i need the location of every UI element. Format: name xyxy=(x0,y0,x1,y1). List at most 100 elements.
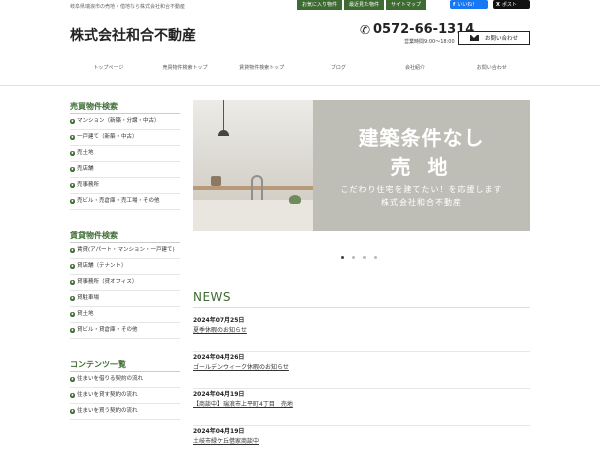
kitchen-photo xyxy=(193,100,313,231)
contact-button-label: お問い合わせ xyxy=(484,36,518,42)
sidebar-item-label: 売ビル・売倉庫・売工場・その他 xyxy=(77,198,160,204)
slider-dot[interactable] xyxy=(352,256,355,259)
contents-list: 住まいを借りる契約の流れ 住まいを貸す契約の流れ 住まいを買う契約の流れ xyxy=(70,372,180,420)
top-button-group: お気に入り物件 最近見た物件 サイトマップ xyxy=(297,0,427,10)
sidebar-item-label: 住まいを買う契約の流れ xyxy=(77,408,138,414)
sidebar-item-label: 売土地 xyxy=(77,150,94,156)
sidebar-item-sale-mansion[interactable]: マンション（新築・分譲・中古） xyxy=(70,114,180,130)
banner-headline-1: 建築条件なし xyxy=(358,126,485,150)
sidebar-item-sale-building[interactable]: 売ビル・売倉庫・売工場・その他 xyxy=(70,194,180,210)
sidebar-item-rent-land[interactable]: 貸土地 xyxy=(70,307,180,323)
news-date: 2024年07月25日 xyxy=(193,317,245,324)
recently-viewed-button[interactable]: 最近見た物件 xyxy=(344,0,385,10)
chevron-right-icon xyxy=(70,248,75,253)
site-title[interactable]: 株式会社和合不動産 xyxy=(70,25,196,45)
nav-contact[interactable]: お問い合わせ xyxy=(453,58,530,78)
news-title-link[interactable]: 夏季休暇のお知らせ xyxy=(193,326,530,335)
chevron-right-icon xyxy=(70,167,75,172)
chevron-right-icon xyxy=(70,135,75,140)
rent-search-heading: 賃貸物件検索 xyxy=(70,229,180,243)
sidebar-item-label: 貸土地 xyxy=(77,311,94,317)
sidebar-item-buy-flow[interactable]: 住まいを買う契約の流れ xyxy=(70,404,180,420)
sidebar-item-label: 貸事務所（貸オフィス） xyxy=(77,279,138,285)
nav-rent-search[interactable]: 賃貸物件検索トップ xyxy=(223,58,300,78)
sidebar-item-rent-flow[interactable]: 住まいを借りる契約の流れ xyxy=(70,372,180,388)
news-item: 2024年07月25日 夏季休暇のお知らせ xyxy=(193,316,530,352)
news-item: 2024年04月19日 【商談中】瑞浪市上平町4丁目 売地 xyxy=(193,390,530,426)
hero-banner[interactable]: 建築条件なし 売 地 こだわり住宅を建てたい！を応援します 株式会社和合不動産 xyxy=(193,100,530,231)
sidebar-item-rent-residence[interactable]: 賃貸(アパート・マンション・一戸建て) xyxy=(70,243,180,259)
news-item: 2024年04月19日 土岐市緑ケ丘借家商談中 xyxy=(193,427,530,450)
facebook-like-label: いいね！ xyxy=(457,2,478,8)
chevron-right-icon xyxy=(70,296,75,301)
sidebar-item-label: 貸駐車場 xyxy=(77,295,100,301)
facebook-icon: f xyxy=(453,1,456,8)
nav-sale-search[interactable]: 売買物件検索トップ xyxy=(147,58,224,78)
sale-search-list: マンション（新築・分譲・中古） 一戸建て（新築・中古） 売土地 売店舗 売事務所… xyxy=(70,114,180,210)
chevron-right-icon xyxy=(70,328,75,333)
slider-dot[interactable] xyxy=(363,256,366,259)
sidebar-item-rent-building[interactable]: 貸ビル・貸倉庫・その他 xyxy=(70,323,180,339)
x-post-button[interactable]: X ポスト xyxy=(493,0,530,9)
nav-company[interactable]: 会社紹介 xyxy=(377,58,454,78)
contact-button[interactable]: お問い合わせ xyxy=(458,31,530,45)
x-post-label: ポスト xyxy=(501,2,517,8)
nav-blog[interactable]: ブログ xyxy=(300,58,377,78)
slider-dot[interactable] xyxy=(374,256,377,259)
contents-heading: コンテンツ一覧 xyxy=(70,358,180,372)
sidebar-item-sale-land[interactable]: 売土地 xyxy=(70,146,180,162)
favorites-button[interactable]: お気に入り物件 xyxy=(297,0,343,10)
chevron-right-icon xyxy=(70,393,75,398)
facebook-like-button[interactable]: f いいね！ xyxy=(450,0,488,9)
chevron-right-icon xyxy=(70,312,75,317)
sitemap-button[interactable]: サイトマップ xyxy=(386,0,427,10)
banner-subtext-2: 株式会社和合不動産 xyxy=(381,198,462,207)
sidebar-item-label: マンション（新築・分譲・中古） xyxy=(77,118,160,124)
news-title-link[interactable]: 土岐市緑ケ丘借家商談中 xyxy=(193,437,530,446)
sidebar-item-label: 一戸建て（新築・中古） xyxy=(77,134,138,140)
chevron-right-icon xyxy=(70,264,75,269)
chevron-right-icon xyxy=(70,151,75,156)
sidebar-item-label: 売事務所 xyxy=(77,182,100,188)
sidebar-item-rent-parking[interactable]: 貸駐車場 xyxy=(70,291,180,307)
global-nav: トップページ 売買物件検索トップ 賃貸物件検索トップ ブログ 会社紹介 お問い合… xyxy=(70,58,530,78)
nav-top-page[interactable]: トップページ xyxy=(70,58,147,78)
sidebar-item-rent-shop[interactable]: 貸店舗（テナント） xyxy=(70,259,180,275)
business-hours: 営業時間9:00～18:00 xyxy=(404,39,455,45)
sidebar-item-sale-shop[interactable]: 売店舗 xyxy=(70,162,180,178)
rent-search-list: 賃貸(アパート・マンション・一戸建て) 貸店舗（テナント） 貸事務所（貸オフィス… xyxy=(70,243,180,339)
sidebar-item-label: 住まいを借りる契約の流れ xyxy=(77,376,144,382)
chevron-right-icon xyxy=(70,280,75,285)
banner-text-panel: 建築条件なし 売 地 こだわり住宅を建てたい！を応援します 株式会社和合不動産 xyxy=(313,100,530,231)
news-heading: NEWS xyxy=(193,290,232,304)
chevron-right-icon xyxy=(70,183,75,188)
header-divider xyxy=(0,85,600,86)
slider-dot[interactable] xyxy=(341,256,344,259)
chevron-right-icon xyxy=(70,377,75,382)
slider-pagination xyxy=(341,256,377,259)
sidebar-item-label: 賃貸(アパート・マンション・一戸建て) xyxy=(77,247,175,253)
site-tagline: 岐阜県瑞浪市の売地・借地なら株式会社和合不動産 xyxy=(70,4,186,10)
x-logo-icon: X xyxy=(496,1,500,8)
sidebar-item-sale-office[interactable]: 売事務所 xyxy=(70,178,180,194)
news-title-link[interactable]: 【商談中】瑞浪市上平町4丁目 売地 xyxy=(193,400,530,409)
sidebar: 売買物件検索 マンション（新築・分譲・中古） 一戸建て（新築・中古） 売土地 売… xyxy=(70,100,180,420)
sidebar-item-sale-house[interactable]: 一戸建て（新築・中古） xyxy=(70,130,180,146)
news-list: 2024年07月25日 夏季休暇のお知らせ 2024年04月26日 ゴールデンウ… xyxy=(193,316,530,450)
mail-icon xyxy=(469,35,479,41)
chevron-right-icon xyxy=(70,409,75,414)
news-divider xyxy=(193,307,530,308)
news-item: 2024年04月26日 ゴールデンウィーク休暇のお知らせ xyxy=(193,353,530,389)
banner-headline-2: 売 地 xyxy=(390,155,453,179)
sale-search-heading: 売買物件検索 xyxy=(70,100,180,114)
chevron-right-icon xyxy=(70,119,75,124)
chevron-right-icon xyxy=(70,199,75,204)
sidebar-item-label: 貸店舗（テナント） xyxy=(77,263,127,269)
news-title-link[interactable]: ゴールデンウィーク休暇のお知らせ xyxy=(193,363,530,372)
news-date: 2024年04月26日 xyxy=(193,354,245,361)
sidebar-item-label: 住まいを貸す契約の流れ xyxy=(77,392,138,398)
banner-subtext-1: こだわり住宅を建てたい！を応援します xyxy=(340,185,503,194)
top-bar: 岐阜県瑞浪市の売地・借地なら株式会社和合不動産 お気に入り物件 最近見た物件 サ… xyxy=(0,0,600,12)
sidebar-item-rent-office[interactable]: 貸事務所（貸オフィス） xyxy=(70,275,180,291)
sidebar-item-lease-flow[interactable]: 住まいを貸す契約の流れ xyxy=(70,388,180,404)
